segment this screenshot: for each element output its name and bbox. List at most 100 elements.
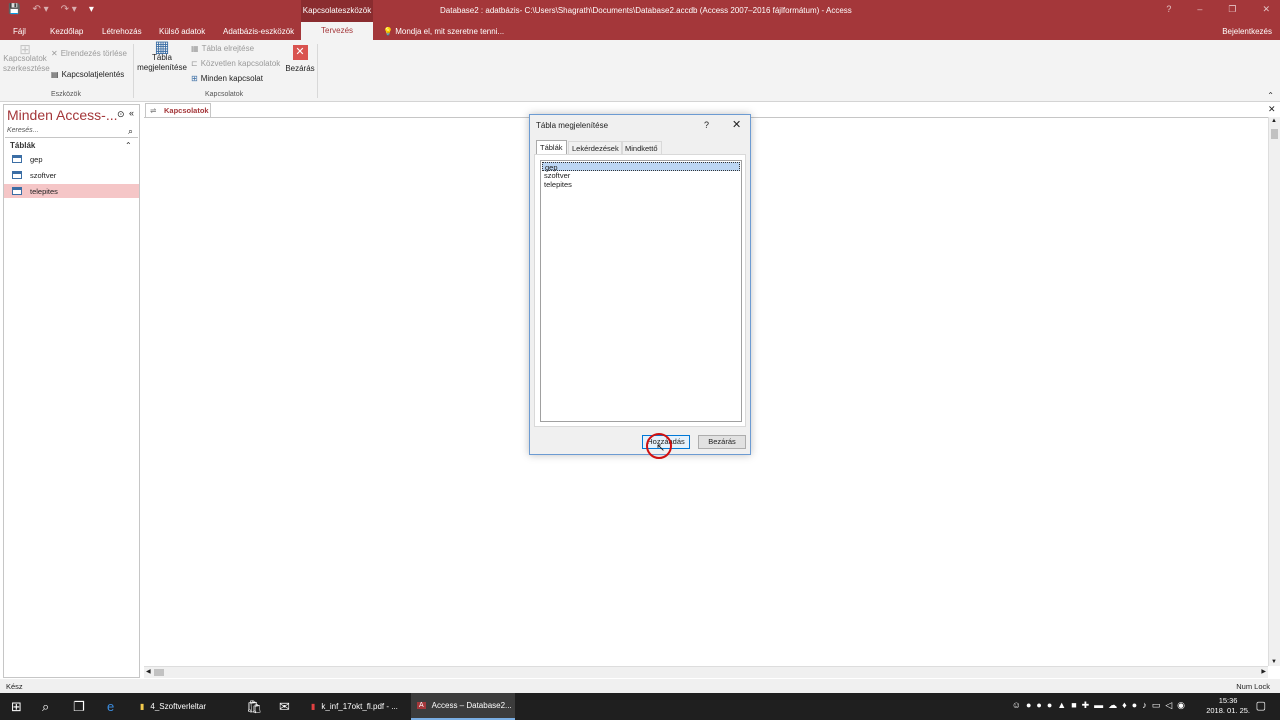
collapse-ribbon-icon[interactable]: ⌃ bbox=[1267, 91, 1274, 100]
list-item[interactable]: telepites bbox=[542, 180, 740, 189]
tray-app-icon[interactable]: ● bbox=[1036, 700, 1041, 711]
hide-table-button[interactable]: ▦ Tábla elrejtése bbox=[191, 44, 254, 53]
scroll-right-icon[interactable]: ▶ bbox=[1261, 668, 1266, 675]
scroll-down-icon[interactable]: ▼ bbox=[1271, 659, 1277, 665]
close-window-button[interactable]: ✕ bbox=[1262, 4, 1270, 15]
window-title: Database2 : adatbázis- C:\Users\Shagrath… bbox=[440, 6, 852, 15]
dialog-tab-panel: gep szoftver telepites bbox=[534, 154, 746, 427]
tray-app-icon[interactable]: ▲ bbox=[1057, 700, 1066, 711]
taskbar-clock[interactable]: 15:36 2018. 01. 25. bbox=[1206, 696, 1250, 716]
show-table-label: Tábla megjelenítése bbox=[137, 53, 187, 72]
tab-home[interactable]: Kezdőlap bbox=[50, 27, 83, 36]
speaker-icon[interactable]: ◁ bbox=[1165, 700, 1172, 711]
volume-icon[interactable]: ♪ bbox=[1142, 700, 1147, 711]
taskbar-app-explorer[interactable]: ▮ 4_Szoftverleltar bbox=[134, 693, 234, 720]
search-icon[interactable]: ⌕ bbox=[42, 699, 49, 715]
search-icon[interactable]: ⌕ bbox=[128, 126, 133, 137]
store-icon[interactable]: 🛍 bbox=[246, 699, 263, 715]
tray-app-icon[interactable]: ● bbox=[1026, 700, 1031, 711]
restore-button[interactable]: ❐ bbox=[1228, 4, 1236, 15]
tab-database-tools[interactable]: Adatbázis-eszközök bbox=[223, 27, 294, 36]
relationship-report-button[interactable]: ▤ Kapcsolatjelentés bbox=[51, 70, 124, 79]
scroll-left-icon[interactable]: ◀ bbox=[146, 668, 151, 675]
tray-app-icon[interactable]: ● bbox=[1047, 700, 1052, 711]
nav-item-szoftver[interactable]: szoftver bbox=[4, 168, 139, 182]
report-icon: ▤ bbox=[51, 70, 59, 79]
pdf-icon: ▮ bbox=[311, 702, 316, 711]
cloud-icon[interactable]: ☁ bbox=[1108, 700, 1117, 711]
dialog-tab-both[interactable]: Mindkettő bbox=[621, 141, 662, 154]
tray-app-icon[interactable]: ■ bbox=[1071, 700, 1076, 711]
direct-relationships-label: Közvetlen kapcsolatok bbox=[200, 59, 281, 68]
sign-in-link[interactable]: Bejelentkezés bbox=[1222, 27, 1272, 36]
section-collapse-icon[interactable]: ⌃ bbox=[125, 141, 132, 150]
dialog-help-button[interactable]: ? bbox=[704, 120, 709, 130]
relationship-report-label: Kapcsolatjelentés bbox=[61, 70, 125, 79]
scroll-up-icon[interactable]: ▲ bbox=[1271, 118, 1277, 124]
close-document-icon[interactable]: ✕ bbox=[1268, 104, 1276, 115]
tray-app-icon[interactable]: ✚ bbox=[1082, 700, 1090, 711]
help-button[interactable]: ? bbox=[1166, 4, 1171, 15]
tell-me-box[interactable]: 💡 Mondja el, mit szeretne tenni... bbox=[383, 27, 504, 36]
notification-icon[interactable]: ▢ bbox=[1256, 699, 1266, 712]
all-relationships-button[interactable]: ⊞ Minden kapcsolat bbox=[191, 74, 263, 83]
vertical-scrollbar[interactable]: ▲ ▼ bbox=[1268, 117, 1280, 666]
horizontal-scrollbar[interactable]: ◀ ▶ bbox=[144, 666, 1268, 678]
nav-menu-chevron-icon[interactable]: ⊙ bbox=[117, 109, 125, 120]
show-table-button[interactable]: ▦ Tábla megjelenítése bbox=[137, 40, 187, 73]
tab-create[interactable]: Létrehozás bbox=[102, 27, 142, 36]
clear-layout-button[interactable]: ✕ Elrendezés törlése bbox=[51, 49, 127, 58]
mail-icon[interactable]: ✉ bbox=[279, 699, 290, 715]
scroll-thumb[interactable] bbox=[1271, 129, 1278, 139]
tell-me-label: Mondja el, mit szeretne tenni... bbox=[395, 27, 505, 36]
relationships-doc-icon: ⇌ bbox=[150, 106, 157, 115]
start-windows-icon[interactable]: ⊞ bbox=[11, 699, 22, 715]
ribbon-separator bbox=[133, 44, 134, 98]
ribbon: ⊞ Kapcsolatok szerkesztése ✕ Elrendezés … bbox=[0, 40, 1280, 102]
nav-item-gep[interactable]: gep bbox=[4, 152, 139, 166]
clear-layout-label: Elrendezés törlése bbox=[60, 49, 127, 58]
nav-section-tables[interactable]: Táblák bbox=[10, 141, 35, 150]
direct-relationships-button[interactable]: ⊏ Közvetlen kapcsolatok bbox=[191, 59, 280, 68]
tools-group-label: Eszközök bbox=[51, 91, 81, 98]
nav-item-label: szoftver bbox=[30, 170, 57, 180]
edge-browser-icon[interactable]: e bbox=[107, 699, 114, 714]
redo-icon[interactable]: ↷ ▾ bbox=[61, 4, 77, 15]
minimize-button[interactable]: – bbox=[1197, 4, 1202, 15]
undo-icon[interactable]: ↶ ▾ bbox=[32, 4, 48, 15]
table-icon bbox=[12, 171, 22, 179]
tab-file[interactable]: Fájl bbox=[13, 27, 26, 36]
task-view-icon[interactable]: ❐ bbox=[73, 699, 85, 715]
hide-table-icon: ▦ bbox=[191, 44, 199, 53]
network-icon[interactable]: ▭ bbox=[1152, 700, 1161, 711]
dialog-tab-queries[interactable]: Lekérdezések bbox=[568, 141, 623, 154]
nav-item-telepites[interactable]: telepites bbox=[4, 184, 139, 198]
dialog-close-button[interactable]: ✕ bbox=[732, 118, 741, 131]
tab-relationships-document[interactable]: ⇌ Kapcsolatok bbox=[145, 103, 211, 117]
tray-app-icon[interactable]: ▬ bbox=[1094, 700, 1103, 711]
hide-table-label: Tábla elrejtése bbox=[201, 44, 255, 53]
ribbon-separator bbox=[317, 44, 318, 98]
dialog-tab-tables[interactable]: Táblák bbox=[536, 140, 567, 154]
customize-qat-icon[interactable]: ▾ bbox=[89, 4, 94, 15]
title-bar: 💾 ↶ ▾ ↷ ▾ ▾ Kapcsolateszközök Database2 … bbox=[0, 0, 1280, 22]
taskbar-app-access[interactable]: A Access – Database2... bbox=[411, 693, 515, 720]
people-icon[interactable]: ☺ bbox=[1012, 700, 1021, 711]
tray-app-icon[interactable]: ● bbox=[1132, 700, 1137, 711]
nav-search-input[interactable]: Keresés... bbox=[5, 127, 138, 138]
collapse-nav-icon[interactable]: « bbox=[129, 108, 134, 118]
list-item[interactable]: szoftver bbox=[542, 171, 740, 180]
nav-pane-title[interactable]: Minden Access-... bbox=[7, 107, 118, 123]
hscroll-thumb[interactable] bbox=[154, 669, 164, 676]
list-item[interactable]: gep bbox=[542, 162, 740, 172]
tab-external-data[interactable]: Külső adatok bbox=[159, 27, 205, 36]
table-list[interactable]: gep szoftver telepites bbox=[540, 160, 742, 422]
close-button[interactable]: Bezárás bbox=[698, 435, 746, 449]
taskbar-app-pdf[interactable]: ▮ k_inf_17okt_fl.pdf - ... bbox=[305, 693, 409, 720]
save-icon[interactable]: 💾 bbox=[8, 4, 20, 15]
tray-app-icon[interactable]: ♦ bbox=[1122, 700, 1127, 711]
edit-relationships-button[interactable]: ⊞ Kapcsolatok szerkesztése bbox=[3, 42, 50, 74]
language-icon[interactable]: ◉ bbox=[1177, 700, 1185, 711]
tab-design[interactable]: Tervezés bbox=[301, 22, 374, 40]
close-relationships-button[interactable]: ✕ Bezárás bbox=[285, 45, 315, 74]
